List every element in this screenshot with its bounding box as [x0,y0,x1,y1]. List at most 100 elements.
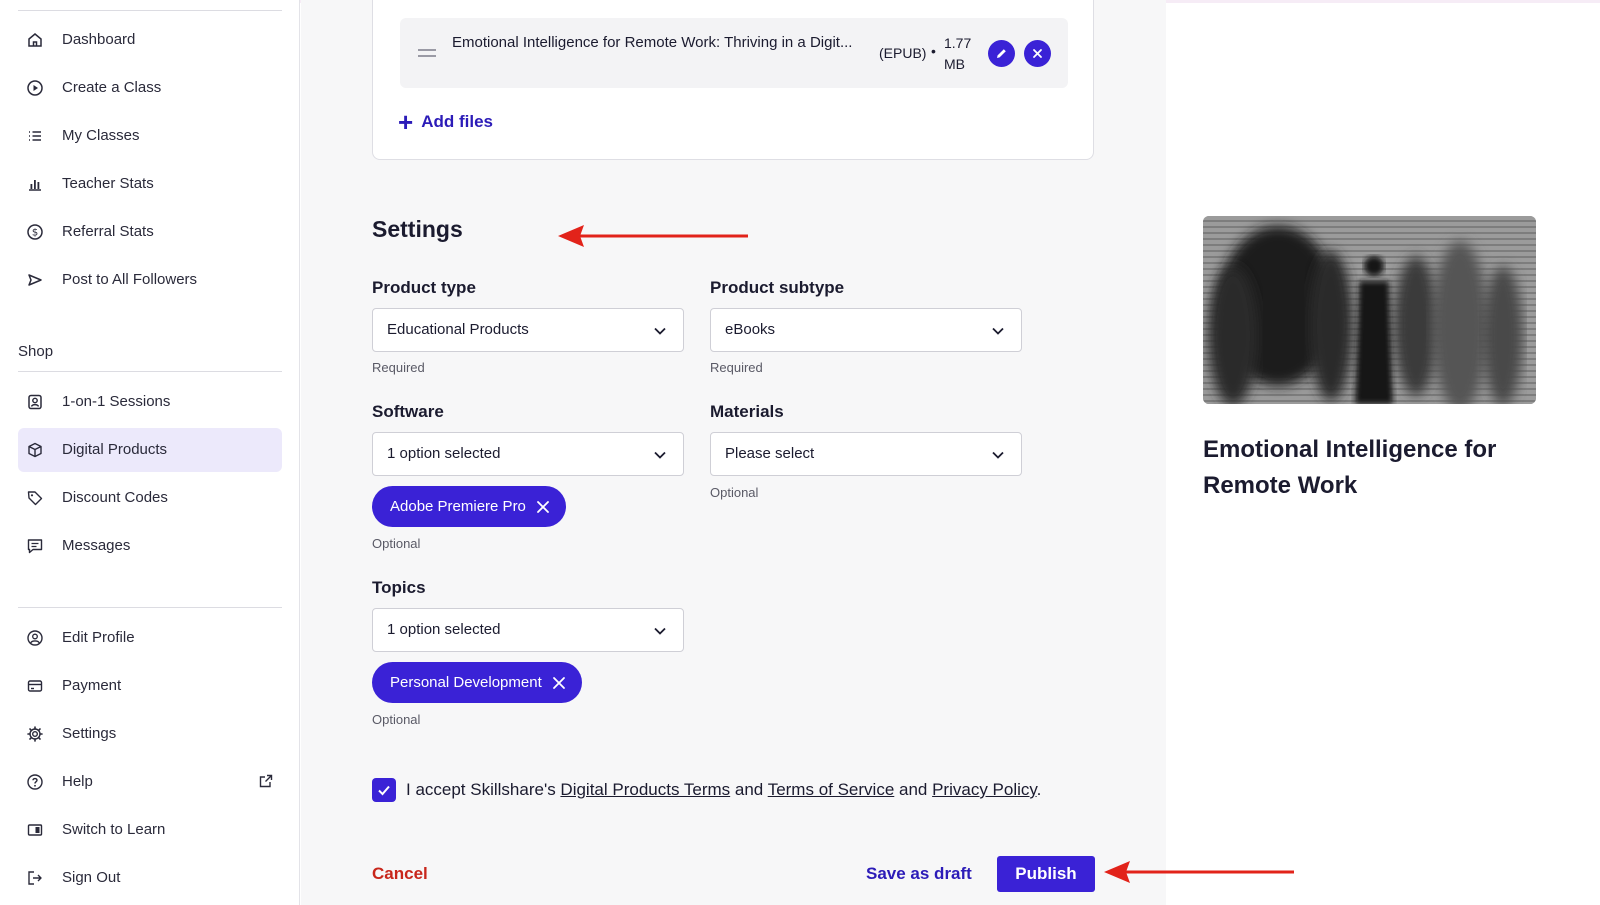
switch-icon [26,821,44,839]
sidebar-item-label: Post to All Followers [62,271,198,288]
play-circle-icon [26,79,44,97]
topics-label: Topics [372,578,426,597]
sidebar-item-teacher-stats[interactable]: Teacher Stats [18,162,282,206]
drag-handle-icon[interactable] [418,49,436,57]
plus-icon: + [398,107,414,137]
add-files-button[interactable]: + Add files [398,107,493,137]
user-circle-icon [26,629,44,647]
sidebar-item-label: Help [62,773,93,790]
product-subtype-select[interactable]: eBooks [710,308,1022,352]
sidebar-item-my-classes[interactable]: My Classes [18,114,282,158]
preview-title: Emotional Intelligence for Remote Work [1203,436,1497,499]
digital-products-terms-link[interactable]: Digital Products Terms [560,780,730,799]
person-frame-icon [26,393,44,411]
materials-hint: Optional [710,485,759,500]
close-icon [1033,49,1042,58]
sidebar-item-sessions[interactable]: 1-on-1 Sessions [18,380,282,424]
remove-chip-icon[interactable] [552,676,566,690]
sidebar-item-label: My Classes [62,127,140,144]
materials-label: Materials [710,402,784,421]
edit-file-button[interactable] [988,40,1015,67]
terms-and: and [730,780,768,799]
product-type-hint: Required [372,360,425,375]
home-icon [26,31,44,49]
sidebar-item-label: Payment [62,677,122,694]
sidebar-item-messages[interactable]: Messages [18,524,282,568]
list-icon [26,127,44,145]
chip-label: Personal Development [390,674,542,691]
sidebar-item-label: Edit Profile [62,629,135,646]
sidebar-divider [18,371,282,372]
product-subtype-label: Product subtype [710,278,845,297]
dollar-circle-icon: $ [26,223,44,241]
sidebar-item-label: Messages [62,537,131,554]
gear-icon [26,725,44,743]
privacy-policy-link[interactable]: Privacy Policy [932,780,1037,799]
sidebar-item-label: Digital Products [62,441,168,458]
settings-title: Settings [372,216,463,242]
chevron-down-icon [992,327,1004,335]
software-value: 1 option selected [387,445,501,462]
sidebar-item-edit-profile[interactable]: Edit Profile [18,616,282,660]
product-type-label: Product type [372,278,476,297]
sidebar-divider [18,10,282,11]
sidebar-item-switch-to-learn[interactable]: Switch to Learn [18,808,282,852]
product-type-select[interactable]: Educational Products [372,308,684,352]
sidebar-item-payment[interactable]: Payment [18,664,282,708]
remove-chip-icon[interactable] [536,500,550,514]
sidebar-item-label: Referral Stats [62,223,154,240]
software-hint: Optional [372,536,421,551]
sidebar-section-shop: Shop [18,343,54,360]
sidebar-item-label: Settings [62,725,117,742]
sidebar-divider [18,607,282,608]
sidebar-item-post-followers[interactable]: Post to All Followers [18,258,282,302]
topics-hint: Optional [372,712,421,727]
terms-checkbox[interactable] [372,778,396,802]
materials-select[interactable]: Please select [710,432,1022,476]
software-chip[interactable]: Adobe Premiere Pro [372,486,566,527]
sidebar-item-settings[interactable]: Settings [18,712,282,756]
terms-suffix: . [1036,780,1042,799]
topics-chip[interactable]: Personal Development [372,662,582,703]
topics-select[interactable]: 1 option selected [372,608,684,652]
chevron-down-icon [654,451,666,459]
checkmark-icon [378,785,390,796]
terms-of-service-link[interactable]: Terms of Service [768,780,895,799]
topics-value: 1 option selected [387,621,501,638]
software-select[interactable]: 1 option selected [372,432,684,476]
add-files-label: Add files [421,112,493,131]
sidebar-item-label: Teacher Stats [62,175,154,192]
terms-and: and [894,780,933,799]
chevron-down-icon [654,627,666,635]
remove-file-button[interactable] [1024,40,1051,67]
sidebar-item-label: Dashboard [62,31,136,48]
cancel-button[interactable]: Cancel [372,864,428,884]
preview-cover-image [1203,216,1536,404]
sidebar-item-help[interactable]: Help [18,760,282,804]
save-draft-button[interactable]: Save as draft [866,864,972,884]
svg-text:$: $ [32,228,38,239]
product-subtype-value: eBooks [725,321,776,338]
sidebar-item-dashboard[interactable]: Dashboard [18,18,282,62]
sidebar-item-create-class[interactable]: Create a Class [18,66,282,110]
sidebar-item-referral-stats[interactable]: $ Referral Stats [18,210,282,254]
file-type: (EPUB) [879,45,927,61]
tag-icon [26,489,44,507]
sidebar-item-label: Discount Codes [62,489,168,506]
sidebar-item-discount-codes[interactable]: Discount Codes [18,476,282,520]
sidebar-item-digital-products[interactable]: Digital Products [18,428,282,472]
sidebar-item-sign-out[interactable]: Sign Out [18,856,282,900]
sidebar: Dashboard Create a Class My Classes Teac… [0,0,300,905]
send-icon [26,271,44,289]
publish-button[interactable]: Publish [997,856,1095,892]
help-icon [26,773,44,791]
file-separator: • [931,43,936,59]
terms-row: I accept Skillshare's Digital Products T… [372,778,1041,802]
chip-label: Adobe Premiere Pro [390,498,526,515]
materials-value: Please select [725,445,815,462]
cube-icon [26,441,44,459]
chevron-down-icon [654,327,666,335]
sidebar-item-label: Create a Class [62,79,162,96]
file-row: Emotional Intelligence for Remote Work: … [400,18,1068,88]
sidebar-item-label: 1-on-1 Sessions [62,393,171,410]
